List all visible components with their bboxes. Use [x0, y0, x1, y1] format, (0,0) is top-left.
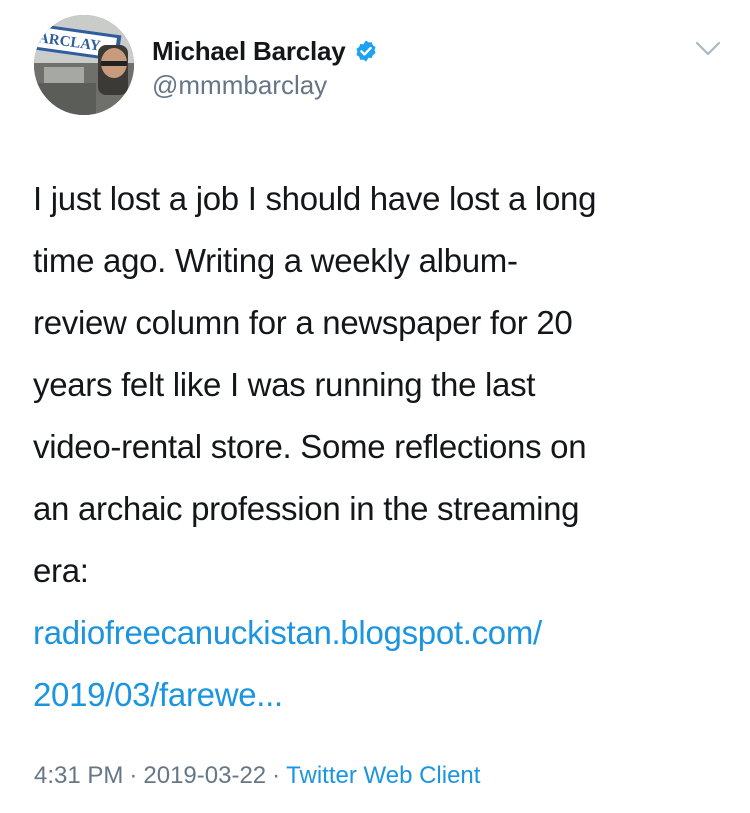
author-name-row: Michael Barclay — [152, 34, 378, 68]
avatar[interactable]: ARCLAY — [34, 15, 134, 115]
tweet-meta: 4:31 PM · 2019-03-22 · Twitter Web Client — [34, 762, 480, 790]
tweet-client-link[interactable]: Twitter Web Client — [286, 762, 480, 789]
tweet-link[interactable]: radiofreecanuckistan.blogspot.com/ — [33, 602, 733, 664]
tweet-text-line: years felt like I was running the last — [33, 366, 536, 403]
verified-badge-icon — [354, 39, 378, 63]
tweet-text: I just lost a job I should have lost a l… — [33, 168, 733, 726]
tweet-date[interactable]: 2019-03-22 — [143, 762, 266, 789]
chevron-down-icon[interactable] — [694, 40, 722, 58]
tweet-text-line: video-rental store. Some reflections on — [33, 428, 587, 465]
tweet-link[interactable]: 2019/03/farewe... — [33, 664, 733, 726]
tweet-text-line: I just lost a job I should have lost a l… — [33, 180, 597, 217]
meta-separator: · — [129, 762, 138, 789]
tweet-text-line: time ago. Writing a weekly album- — [33, 242, 518, 279]
meta-separator: · — [272, 762, 281, 789]
user-handle[interactable]: @mmmbarclay — [152, 70, 327, 101]
tweet-card: ARCLAY Michael Barclay @mmmbarclay I jus… — [0, 0, 750, 813]
tweet-text-line: an archaic profession in the streaming — [33, 490, 580, 527]
tweet-text-line: review column for a newspaper for 20 — [33, 304, 573, 341]
tweet-time[interactable]: 4:31 PM — [34, 762, 123, 789]
display-name[interactable]: Michael Barclay — [152, 36, 346, 67]
avatar-image: ARCLAY — [34, 15, 134, 115]
tweet-text-line: era: — [33, 552, 89, 589]
